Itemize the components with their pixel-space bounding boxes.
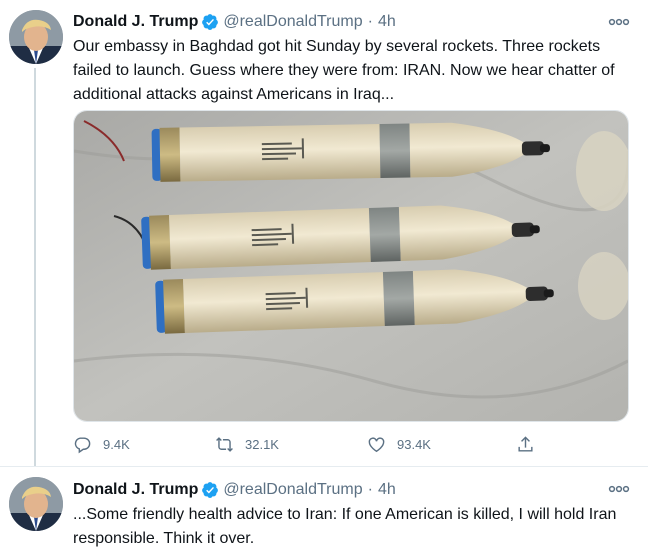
avatar[interactable] (9, 477, 63, 531)
tweet-header: Donald J. Trump @realDonaldTrump · 4h (73, 479, 396, 501)
more-icon[interactable] (608, 482, 630, 496)
tweet-photo[interactable] (73, 110, 629, 422)
verified-badge-icon (202, 482, 219, 498)
tweet-text-line: failed to launch. Guess where they were … (73, 62, 615, 79)
more-icon[interactable] (608, 15, 630, 29)
timestamp[interactable]: 4h (378, 481, 396, 499)
tweet-2[interactable]: Donald J. Trump @realDonaldTrump · 4h ..… (0, 466, 648, 555)
share-icon (518, 435, 533, 452)
reply-icon (74, 436, 91, 453)
tweet-text: ...Some friendly health advice to Iran: … (73, 503, 629, 551)
like-count: 93.4K (397, 436, 431, 452)
author-handle[interactable]: @realDonaldTrump (223, 13, 362, 31)
retweet-button[interactable]: 32.1K (215, 430, 279, 458)
tweet-header: Donald J. Trump @realDonaldTrump · 4h (73, 11, 396, 33)
author-handle[interactable]: @realDonaldTrump (223, 481, 362, 499)
verified-badge-icon (202, 14, 219, 30)
share-button[interactable] (516, 430, 546, 458)
separator-dot: · (367, 13, 373, 30)
tweet-text-line: additional attacks against Americans in … (73, 86, 395, 103)
author-name[interactable]: Donald J. Trump (73, 481, 198, 499)
tweet-text: Our embassy in Baghdad got hit Sunday by… (73, 35, 629, 107)
retweet-icon (216, 436, 233, 452)
retweet-count: 32.1K (245, 436, 279, 452)
thread-line (34, 68, 36, 466)
tweet-text-line: responsible. Think it over. (73, 530, 255, 547)
like-button[interactable]: 93.4K (367, 430, 431, 458)
separator-dot: · (367, 481, 373, 498)
tweet-text-line: ...Some friendly health advice to Iran: … (73, 506, 617, 523)
tweet-text-line: Our embassy in Baghdad got hit Sunday by… (73, 38, 601, 55)
like-icon (368, 436, 385, 452)
tweet-1[interactable]: Donald J. Trump @realDonaldTrump · 4h Ou… (0, 0, 648, 466)
reply-button[interactable]: 9.4K (73, 430, 130, 458)
reply-count: 9.4K (103, 436, 130, 452)
tweet-actions: 9.4K 32.1K 93.4K (73, 430, 553, 458)
author-name[interactable]: Donald J. Trump (73, 13, 198, 31)
avatar[interactable] (9, 10, 63, 64)
timestamp[interactable]: 4h (378, 13, 396, 31)
